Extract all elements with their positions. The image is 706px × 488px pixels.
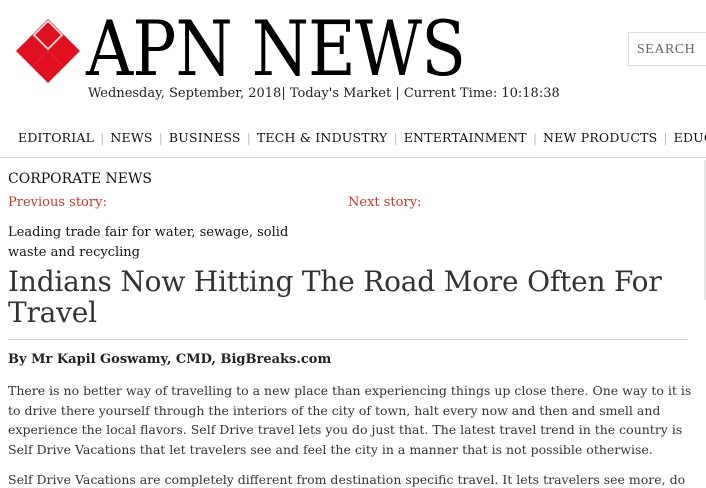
site-header: APN NEWS Wednesday, September, 2018| Tod… bbox=[0, 0, 706, 115]
dateline: Wednesday, September, 2018| Today's Mark… bbox=[88, 86, 560, 101]
previous-story-link[interactable]: Leading trade fair for water, sewage, so… bbox=[8, 223, 328, 263]
nav-separator: | bbox=[663, 130, 668, 145]
nav-item-business[interactable]: BUSINESS bbox=[169, 130, 241, 145]
search-box bbox=[628, 32, 706, 66]
section-label[interactable]: CORPORATE NEWS bbox=[8, 171, 152, 187]
logo-diamond-icon[interactable] bbox=[16, 19, 80, 83]
article-paragraph: Self Drive Vacations are completely diff… bbox=[8, 472, 686, 487]
nav-item-editorial[interactable]: EDITORIAL bbox=[18, 130, 94, 145]
article-title: Indians Now Hitting The Road More Often … bbox=[8, 265, 662, 329]
nav-item-new-products[interactable]: NEW PRODUCTS bbox=[543, 130, 657, 145]
article-paragraph: There is no better way of travelling to … bbox=[8, 383, 692, 457]
main-navigation: EDITORIAL | NEWS | BUSINESS | TECH & INDUSTRY |… bbox=[0, 128, 706, 148]
previous-story-label: Previous story: bbox=[8, 195, 107, 210]
title-divider bbox=[8, 339, 688, 340]
next-story-label: Next story: bbox=[348, 195, 422, 210]
nav-item-news[interactable]: NEWS bbox=[110, 130, 152, 145]
nav-separator: | bbox=[393, 130, 398, 145]
nav-item-tech-industry[interactable]: TECH & INDUSTRY bbox=[257, 130, 388, 145]
article-byline: By Mr Kapil Goswamy, CMD, BigBreaks.com bbox=[8, 352, 332, 367]
logo-wordmark[interactable]: APN NEWS bbox=[86, 4, 466, 94]
nav-separator: | bbox=[100, 130, 105, 145]
nav-divider bbox=[0, 157, 706, 158]
search-input[interactable] bbox=[637, 40, 706, 60]
nav-separator: | bbox=[532, 130, 538, 145]
page: APN NEWS Wednesday, September, 2018| Tod… bbox=[0, 0, 706, 488]
nav-separator: | bbox=[246, 130, 251, 145]
nav-item-entertainment[interactable]: ENTERTAINMENT bbox=[404, 130, 527, 145]
nav-item-education[interactable]: EDUCATION bbox=[674, 130, 706, 145]
nav-list: EDITORIAL | NEWS | BUSINESS | TECH & INDUSTRY |… bbox=[18, 130, 706, 145]
nav-separator: | bbox=[158, 130, 163, 145]
